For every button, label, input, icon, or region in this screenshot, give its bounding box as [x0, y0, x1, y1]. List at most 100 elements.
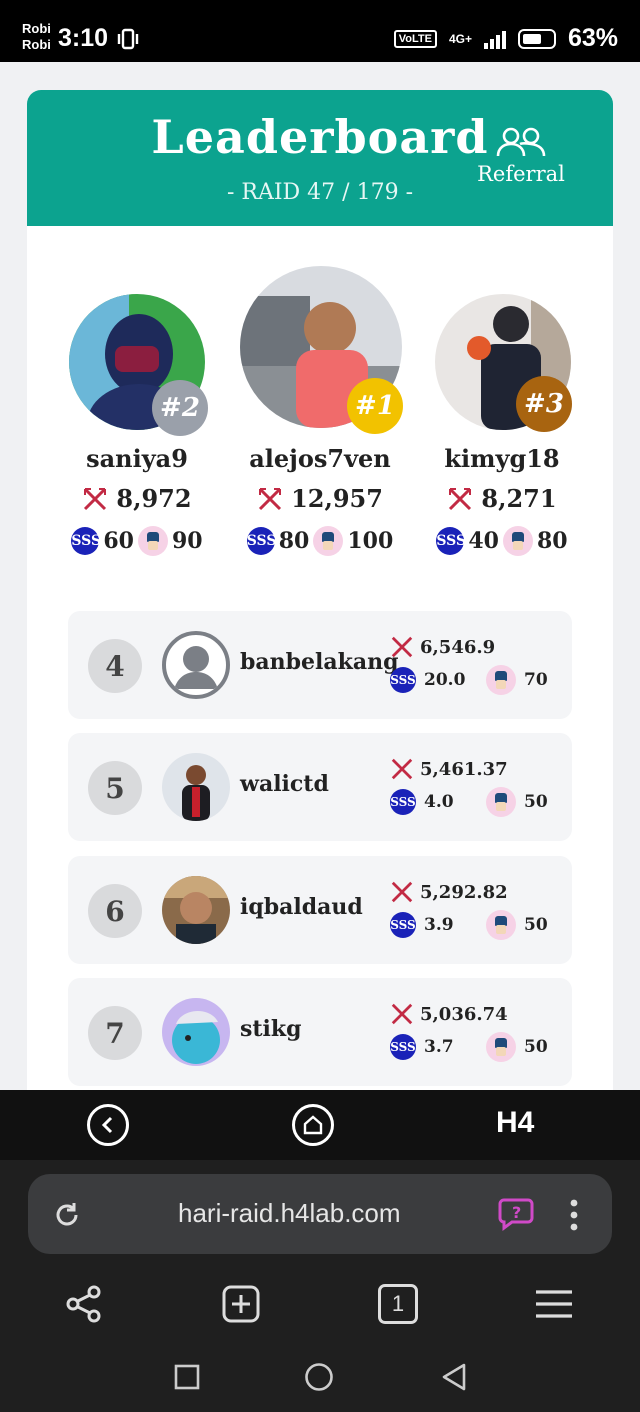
- clock: 3:10: [58, 24, 109, 52]
- avatar: [162, 753, 230, 821]
- battery-icon: [517, 28, 556, 49]
- player-name: banbelakang: [240, 649, 399, 675]
- pixel-reward: 50: [486, 1032, 548, 1062]
- rank-number: 5: [88, 761, 142, 815]
- referral-label: Referral: [477, 162, 565, 186]
- steem-value: 4.0: [424, 792, 454, 812]
- score-value: 12,957: [291, 484, 383, 513]
- pixel-character-icon: [486, 910, 516, 940]
- steem-coin-icon: SSS: [390, 912, 416, 938]
- pixel-character-icon: [486, 787, 516, 817]
- pixel-value: 100: [347, 528, 394, 554]
- address-bar[interactable]: hari-raid.h4lab.com ?: [28, 1174, 612, 1254]
- crossed-swords-icon: [391, 758, 413, 780]
- steem-coin-icon: SSS: [436, 527, 466, 555]
- share-icon[interactable]: [64, 1284, 104, 1324]
- steem-value: 20.0: [424, 670, 466, 690]
- player-name: stikg: [240, 1016, 302, 1042]
- rank-number: 7: [88, 1006, 142, 1060]
- recents-icon[interactable]: [174, 1364, 200, 1390]
- menu-icon[interactable]: [534, 1288, 574, 1320]
- default-avatar-icon: [162, 631, 230, 699]
- signal-icon: [483, 29, 506, 49]
- score-value: 8,972: [116, 484, 192, 513]
- player-score: 12,957: [230, 484, 410, 513]
- player-name: kimyg18: [444, 444, 560, 473]
- pixel-reward: 50: [486, 787, 548, 817]
- player-score: 5,292.82: [390, 880, 508, 904]
- crossed-swords-icon: [391, 636, 413, 658]
- pixel-character-icon: [313, 526, 344, 556]
- referral-button[interactable]: Referral: [471, 126, 571, 186]
- rank-number: 6: [88, 884, 142, 938]
- home-circle-icon[interactable]: [304, 1362, 334, 1392]
- steem-coin-icon: SSS: [246, 527, 276, 555]
- leaderboard-row[interactable]: 7 stikg 5,036.74 SSS 3.7 50: [68, 978, 572, 1086]
- pixel-value: 50: [524, 915, 548, 935]
- steem-value: 80: [278, 528, 310, 554]
- carrier-1: Robi: [22, 21, 51, 36]
- people-icon: [496, 127, 546, 157]
- pixel-value: 90: [172, 528, 203, 554]
- score-value: 5,461.37: [420, 758, 508, 780]
- home-button[interactable]: [292, 1104, 334, 1146]
- home-icon: [303, 1115, 323, 1135]
- crossed-swords-icon: [391, 1003, 413, 1025]
- player-name: alejos7ven: [249, 444, 391, 473]
- leaderboard-header: Leaderboard - RAID 47 / 179 - Referral: [27, 90, 613, 226]
- crossed-swords-icon: [449, 487, 472, 510]
- player-score: 8,271: [412, 484, 592, 513]
- player-score: 6,546.9: [390, 635, 495, 659]
- tab-count: 1: [391, 1291, 405, 1316]
- steem-coin-icon: SSS: [71, 527, 101, 555]
- battery-percent: 63%: [567, 24, 618, 52]
- pixel-character-icon: [503, 526, 533, 556]
- steem-reward: SSS 20.0: [390, 667, 465, 693]
- h4-logo[interactable]: H4: [496, 1106, 534, 1140]
- score-value: 5,292.82: [420, 881, 508, 903]
- rank-badge: #3: [516, 376, 572, 432]
- player-score: 5,461.37: [390, 757, 508, 781]
- avatar: [162, 998, 230, 1066]
- leaderboard-row[interactable]: 4 banbelakang 6,546.9 SSS 20.0 70: [68, 611, 572, 719]
- svg-text:?: ?: [512, 1203, 521, 1222]
- tab-switcher-button[interactable]: 1: [378, 1284, 418, 1324]
- steem-coin-icon: SSS: [390, 667, 416, 693]
- pixel-reward: 50: [486, 910, 548, 940]
- volte-badge: VoLTE: [393, 29, 437, 48]
- steem-coin-icon: SSS: [390, 789, 416, 815]
- steem-reward: SSS 3.7: [390, 1034, 454, 1060]
- pixel-value: 50: [524, 792, 548, 812]
- more-vert-icon[interactable]: [568, 1198, 580, 1232]
- player-score: 5,036.74: [390, 1002, 508, 1026]
- url-text[interactable]: hari-raid.h4lab.com: [178, 1198, 401, 1229]
- steem-value: 3.7: [424, 1037, 454, 1057]
- player-name: saniya9: [86, 444, 188, 473]
- status-icons: VoLTE 4G+ 63%: [393, 24, 618, 53]
- steem-value: 60: [103, 528, 134, 554]
- leaderboard-row[interactable]: 6 iqbaldaud 5,292.82 SSS 3.9 50: [68, 856, 572, 964]
- score-value: 6,546.9: [420, 636, 496, 658]
- steem-coin-icon: SSS: [390, 1034, 416, 1060]
- leaderboard-row[interactable]: 5 walictd 5,461.37 SSS 4.0 50: [68, 733, 572, 841]
- player-score: 8,972: [47, 484, 227, 513]
- crossed-swords-icon: [391, 881, 413, 903]
- new-tab-icon[interactable]: [221, 1284, 261, 1324]
- pixel-character-icon: [486, 665, 516, 695]
- carrier-2: Robi: [22, 37, 51, 52]
- chevron-left-icon: [101, 1116, 113, 1134]
- status-bar: Robi Robi 3:10 VoLTE 4G+ 63%: [0, 0, 640, 62]
- player-name: iqbaldaud: [240, 894, 363, 920]
- reload-icon[interactable]: [52, 1200, 82, 1230]
- steem-value: 40: [468, 528, 499, 554]
- back-triangle-icon[interactable]: [440, 1362, 468, 1392]
- network-type: 4G+: [448, 31, 472, 46]
- pixel-character-icon: [486, 1032, 516, 1062]
- back-button[interactable]: [87, 1104, 129, 1146]
- player-rewards: SSS 60 90: [47, 526, 227, 556]
- rank-number: 4: [88, 639, 142, 693]
- pixel-value: 80: [537, 528, 568, 554]
- pixel-value: 50: [524, 1037, 548, 1057]
- assistant-icon[interactable]: ?: [498, 1196, 538, 1232]
- browser-bottom-bar: hari-raid.h4lab.com ? 1: [0, 1160, 640, 1412]
